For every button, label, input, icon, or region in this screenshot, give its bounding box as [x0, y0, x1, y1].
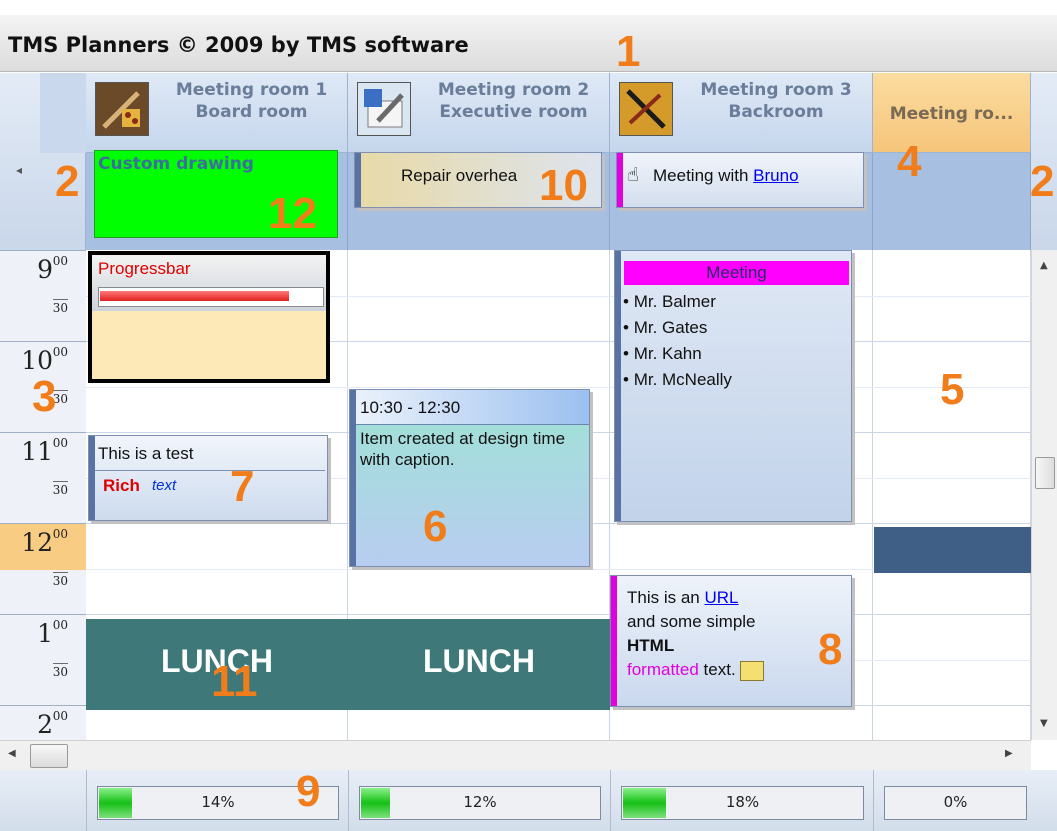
note-icon	[740, 660, 765, 681]
progressbar-item[interactable]: Progressbar	[88, 251, 330, 383]
html-item[interactable]: This is an URL and some simple HTML form…	[610, 575, 852, 707]
item-caption: Meeting with	[653, 166, 749, 185]
resource-subtitle: Backroom	[728, 102, 824, 122]
ruler-hour: 1 00 30	[0, 614, 86, 706]
callout-number: 5	[940, 365, 965, 414]
footer-progress-label: 18%	[725, 793, 760, 811]
list-item: • Mr. Gates	[623, 318, 708, 337]
callout-number: 6	[423, 502, 448, 551]
callout-number: 1	[616, 27, 641, 76]
item-caption: Custom drawing	[98, 154, 254, 174]
callout-number: 10	[539, 161, 588, 210]
meeting-item[interactable]: Meeting • Mr. Balmer • Mr. Gates • Mr. K…	[614, 250, 852, 522]
selected-cell[interactable]	[874, 527, 1031, 573]
rich-italic-text: text	[152, 477, 177, 494]
callout-number: 4	[897, 137, 922, 186]
footer-progress-4: 0%	[884, 786, 1027, 820]
ruler-hour: 9 00 30	[0, 250, 86, 342]
resource-header-2[interactable]: Meeting room 2 Executive room	[348, 73, 610, 153]
time-ruler: 9 00 30 10 00 30 11 00 30 12 00 30 1 00 …	[0, 250, 86, 740]
url-link[interactable]: URL	[704, 588, 738, 607]
list-item: • Mr. McNeally	[623, 370, 732, 389]
rich-text-item[interactable]: This is a test Rich text	[88, 435, 328, 521]
bruno-link[interactable]: Bruno	[753, 166, 798, 185]
meeting-header: Meeting	[624, 261, 849, 285]
callout-number: 7	[230, 462, 255, 511]
resource-title: Meeting ro...	[889, 104, 1014, 124]
resource-title: Meeting room 1	[175, 80, 328, 100]
callout-number: 2	[55, 157, 80, 206]
vertical-scrollbar[interactable]: ▲ ▼	[1031, 250, 1057, 740]
list-item: • Mr. Balmer	[623, 292, 716, 311]
resource-title: Meeting room 3	[700, 80, 852, 100]
item-caption: This is a test	[98, 444, 194, 463]
ruler-hour-current: 12 00	[0, 523, 86, 570]
callout-number: 8	[818, 625, 843, 674]
callout-number: 11	[211, 657, 258, 706]
footer-progress-3: 18%	[621, 786, 864, 820]
design-time-item[interactable]: 10:30 - 12:30 Item created at design tim…	[349, 389, 590, 567]
resource-subtitle: Board room	[195, 102, 308, 122]
footer-progress-label: 0%	[943, 793, 968, 811]
scroll-left-arrow-icon[interactable]: ◀	[8, 748, 16, 759]
attendee-list: • Mr. Balmer • Mr. Gates • Mr. Kahn • Mr…	[623, 289, 732, 393]
item-caption: Item created at design time with caption…	[360, 429, 566, 469]
scroll-right-arrow-icon[interactable]: ▶	[1005, 748, 1013, 759]
callout-number: 3	[32, 372, 57, 421]
footer-progress-2: 12%	[359, 786, 601, 820]
resource-header-3[interactable]: Meeting room 3 Backroom	[610, 73, 873, 153]
item-caption: Progressbar	[98, 259, 191, 278]
item-time: 10:30 - 12:30	[360, 398, 461, 417]
resource-title: Meeting room 2	[437, 80, 590, 100]
app-title: TMS Planners © 2009 by TMS software	[8, 33, 469, 57]
lunch-block-2[interactable]: LUNCH	[348, 619, 610, 710]
horizontal-scrollbar[interactable]: ◀ ▶	[0, 740, 1031, 770]
rich-bold-text: Rich	[103, 476, 140, 495]
header-left-strip	[40, 73, 86, 153]
list-item: • Mr. Kahn	[623, 344, 702, 363]
callout-number: 2	[1030, 157, 1055, 206]
item-progressbar-fill	[100, 291, 289, 301]
scroll-left-icon[interactable]: ◂	[16, 163, 22, 177]
hand-icon: ☝	[627, 164, 639, 186]
screwdriver-icon	[619, 82, 673, 136]
resource-header-1[interactable]: Meeting room 1 Board room	[86, 73, 348, 153]
callout-number: 12	[268, 189, 317, 238]
meeting-bruno-item[interactable]: ☝ Meeting with Bruno	[616, 152, 864, 208]
item-progressbar	[98, 287, 324, 307]
title-bar: TMS Planners © 2009 by TMS software	[0, 15, 1057, 72]
scroll-down-icon[interactable]: ▼	[1040, 718, 1048, 729]
scroll-thumb[interactable]	[1035, 457, 1055, 489]
resource-subtitle: Executive room	[439, 102, 588, 122]
wrench-folder-icon	[357, 82, 411, 136]
footer-progress-label: 12%	[463, 793, 497, 811]
ruler-hour: 11 00 30	[0, 432, 86, 524]
item-caption: Repair overhea	[401, 166, 518, 185]
tools-icon	[95, 82, 149, 136]
scroll-up-icon[interactable]: ▲	[1040, 260, 1048, 271]
callout-number: 9	[296, 767, 321, 816]
hscroll-thumb[interactable]	[30, 744, 68, 768]
